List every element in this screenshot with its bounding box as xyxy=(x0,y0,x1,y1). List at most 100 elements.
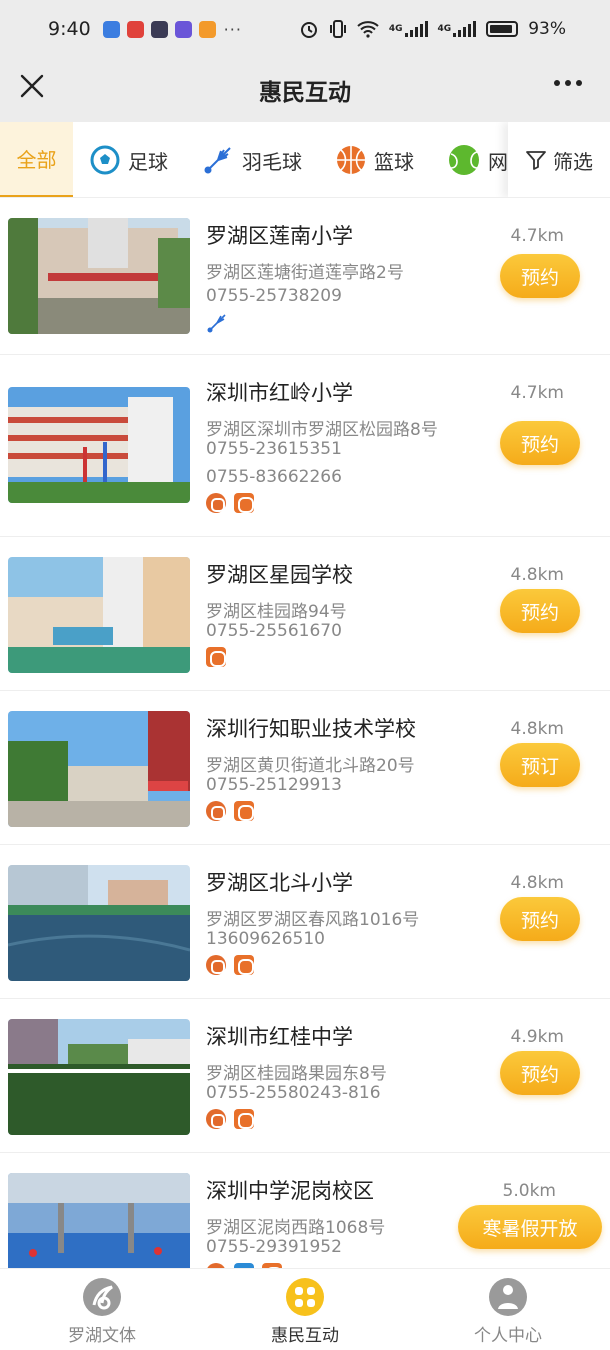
venue-phone: 0755-25129913 xyxy=(206,775,342,795)
basketball-icon xyxy=(337,146,365,174)
app-icon-dark xyxy=(150,20,168,38)
venue-name: 深圳中学泥岗校区 xyxy=(206,1179,374,1203)
close-icon[interactable] xyxy=(18,72,46,100)
more-notifications-icon: ··· xyxy=(223,19,242,39)
venue-distance: 4.9km xyxy=(510,1027,564,1047)
signal-icon-2 xyxy=(453,21,477,37)
reserve-button[interactable]: 预约 xyxy=(500,589,580,633)
venue-name: 深圳市红岭小学 xyxy=(206,381,353,405)
page-title: 惠民互动 xyxy=(259,80,351,106)
tab-basketball-label: 篮球 xyxy=(374,149,414,174)
venue-item[interactable]: 深圳市红桂中学 罗湖区桂园路果园东8号 0755-25580243-816 4.… xyxy=(0,999,610,1153)
venue-name: 深圳市红桂中学 xyxy=(206,1025,353,1049)
basketball-icon xyxy=(234,801,254,821)
category-tabs: 全部 足球 羽毛球 篮球 网球 筛选 xyxy=(0,122,610,198)
app-icon-red xyxy=(126,20,144,38)
grid-apps-icon xyxy=(286,1278,324,1316)
venue-item[interactable]: 罗湖区莲南小学 罗湖区莲塘街道莲亭路2号 0755-25738209 4.7km… xyxy=(0,198,610,355)
basketball-icon xyxy=(206,647,226,667)
vibrate-icon xyxy=(329,20,346,38)
venue-photo xyxy=(8,1173,190,1268)
track-icon xyxy=(206,493,226,513)
tab-huimin-interaction[interactable]: 惠民互动 xyxy=(230,1277,380,1346)
venue-name: 罗湖区北斗小学 xyxy=(206,871,353,895)
venue-address: 罗湖区莲塘街道莲亭路2号 xyxy=(206,263,404,283)
venue-address: 罗湖区深圳市罗湖区松园路8号 xyxy=(206,420,438,440)
more-menu-icon[interactable] xyxy=(554,80,582,86)
venue-photo xyxy=(8,711,190,827)
app-icon-blue xyxy=(102,20,120,38)
tab-personal-center[interactable]: 个人中心 xyxy=(433,1277,583,1346)
track-icon xyxy=(206,801,226,821)
venue-distance: 4.7km xyxy=(510,383,564,403)
badminton-icon xyxy=(204,147,231,174)
venue-sports xyxy=(206,1109,254,1129)
venue-sports xyxy=(206,312,228,334)
venue-phone: 13609626510 xyxy=(206,929,325,949)
venue-phone: 0755-83662266 xyxy=(206,467,342,487)
venue-distance: 4.8km xyxy=(510,565,564,585)
venue-photo xyxy=(8,1019,190,1135)
alarm-icon xyxy=(300,22,317,38)
venue-name: 罗湖区星园学校 xyxy=(206,563,353,587)
reserve-button[interactable]: 预约 xyxy=(500,254,580,298)
tab-badminton[interactable]: 羽毛球 xyxy=(202,122,302,197)
venue-sports xyxy=(206,493,254,513)
venue-distance: 4.8km xyxy=(510,719,564,739)
reserve-button[interactable]: 预订 xyxy=(500,743,580,787)
venue-item[interactable]: 罗湖区北斗小学 罗湖区罗湖区春风路1016号 13609626510 4.8km… xyxy=(0,845,610,999)
tab-huimin-interaction-label: 惠民互动 xyxy=(271,1326,339,1346)
venue-distance: 4.8km xyxy=(510,873,564,893)
football-icon xyxy=(90,145,120,175)
venue-phone: 0755-25561670 xyxy=(206,621,342,641)
basketball-icon xyxy=(234,493,254,513)
tab-basketball[interactable]: 篮球 xyxy=(336,122,414,197)
venue-photo xyxy=(8,557,190,673)
tab-football[interactable]: 足球 xyxy=(90,122,168,197)
filter-button[interactable]: 筛选 xyxy=(508,122,610,197)
tab-football-label: 足球 xyxy=(128,149,168,174)
venue-item[interactable]: 深圳市红岭小学 罗湖区深圳市罗湖区松园路8号 0755-23615351 075… xyxy=(0,355,610,537)
track-icon xyxy=(206,955,226,975)
reserve-button[interactable]: 预约 xyxy=(500,897,580,941)
track-icon xyxy=(206,1109,226,1129)
badminton-icon xyxy=(207,314,226,333)
venue-phone: 0755-29391952 xyxy=(206,1237,342,1257)
holiday-open-button[interactable]: 寒暑假开放 xyxy=(458,1205,602,1249)
venue-address: 罗湖区罗湖区春风路1016号 xyxy=(206,910,420,930)
venue-list: 罗湖区莲南小学 罗湖区莲塘街道莲亭路2号 0755-25738209 4.7km… xyxy=(0,198,610,1268)
venue-name: 深圳行知职业技术学校 xyxy=(206,717,416,741)
venue-distance: 5.0km xyxy=(502,1181,556,1201)
venue-item[interactable]: 罗湖区星园学校 罗湖区桂园路94号 0755-25561670 4.8km 预约 xyxy=(0,537,610,691)
wifi-icon xyxy=(357,21,379,38)
venue-address: 罗湖区桂园路果园东8号 xyxy=(206,1064,387,1084)
venue-address: 罗湖区泥岗西路1068号 xyxy=(206,1218,386,1238)
notification-app-icons xyxy=(102,20,216,38)
tab-all[interactable]: 全部 xyxy=(0,122,73,197)
person-icon xyxy=(489,1278,527,1316)
tennis-icon xyxy=(449,145,479,175)
basketball-icon xyxy=(234,1109,254,1129)
filter-icon xyxy=(526,151,546,170)
venue-item[interactable]: 深圳中学泥岗校区 罗湖区泥岗西路1068号 0755-29391952 5.0k… xyxy=(0,1153,610,1268)
venue-photo xyxy=(8,387,190,503)
battery-percent: 93% xyxy=(528,19,566,39)
venue-photo xyxy=(8,865,190,981)
venue-address: 罗湖区桂园路94号 xyxy=(206,602,347,622)
reserve-button[interactable]: 预约 xyxy=(500,1051,580,1095)
signal-icon-1 xyxy=(404,21,428,37)
bottom-tab-bar: 罗湖文体 惠民互动 个人中心 xyxy=(0,1268,610,1350)
tab-luohu-culture[interactable]: 罗湖文体 xyxy=(27,1277,177,1346)
venue-name: 罗湖区莲南小学 xyxy=(206,224,353,248)
venue-sports xyxy=(206,955,254,975)
reserve-button[interactable]: 预约 xyxy=(500,421,580,465)
tab-badminton-label: 羽毛球 xyxy=(242,149,302,174)
venue-phone: 0755-25738209 xyxy=(206,286,342,306)
venue-item[interactable]: 深圳行知职业技术学校 罗湖区黄贝街道北斗路20号 0755-25129913 4… xyxy=(0,691,610,845)
venue-distance: 4.7km xyxy=(510,226,564,246)
venue-phone: 0755-23615351 xyxy=(206,439,342,459)
status-time: 9:40 xyxy=(48,18,91,40)
status-right: 4G 4G 93% xyxy=(299,19,566,39)
venue-phone: 0755-25580243-816 xyxy=(206,1083,381,1103)
venue-address: 罗湖区黄贝街道北斗路20号 xyxy=(206,756,415,776)
